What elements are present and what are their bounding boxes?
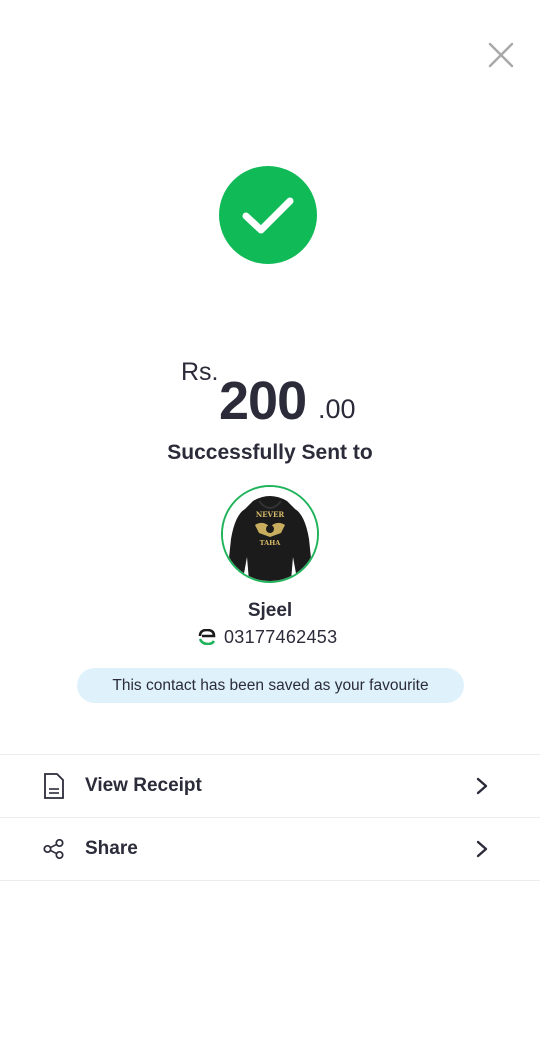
checkmark-icon — [242, 197, 294, 234]
amount-display: Rs. 200 .00 — [0, 350, 540, 431]
view-receipt-button[interactable]: View Receipt — [0, 755, 540, 818]
recipient-name: Sjeel — [247, 600, 293, 621]
favourite-notice: This contact has been saved as your favo… — [77, 668, 464, 703]
hoodie-image: NEVER TAHA — [223, 487, 317, 581]
recipient-avatar: NEVER TAHA — [221, 485, 319, 583]
share-icon — [42, 834, 66, 864]
amount-currency: Rs. — [181, 358, 219, 386]
chevron-right-icon — [474, 776, 490, 796]
amount-whole: 200 — [219, 371, 307, 431]
receipt-icon — [42, 771, 66, 801]
actions-list: View Receipt Share — [0, 754, 540, 881]
success-message: Successfully Sent to — [167, 441, 373, 464]
close-button[interactable] — [484, 38, 518, 72]
recipient-phone-row: 03177462453 — [198, 626, 337, 648]
amount-decimals: .00 — [318, 394, 356, 424]
share-button[interactable]: Share — [0, 818, 540, 881]
chevron-right-icon — [474, 839, 490, 859]
payment-success-screen: Rs. 200 .00 Successfully Sent to NEVER T… — [0, 0, 540, 1063]
recipient-phone: 03177462453 — [224, 626, 338, 647]
success-badge — [219, 166, 317, 264]
share-label: Share — [85, 838, 138, 859]
view-receipt-label: View Receipt — [85, 775, 202, 796]
svg-text:NEVER: NEVER — [256, 510, 285, 519]
close-icon — [488, 42, 514, 68]
svg-text:TAHA: TAHA — [260, 539, 282, 547]
easypaisa-logo-icon — [198, 629, 216, 645]
